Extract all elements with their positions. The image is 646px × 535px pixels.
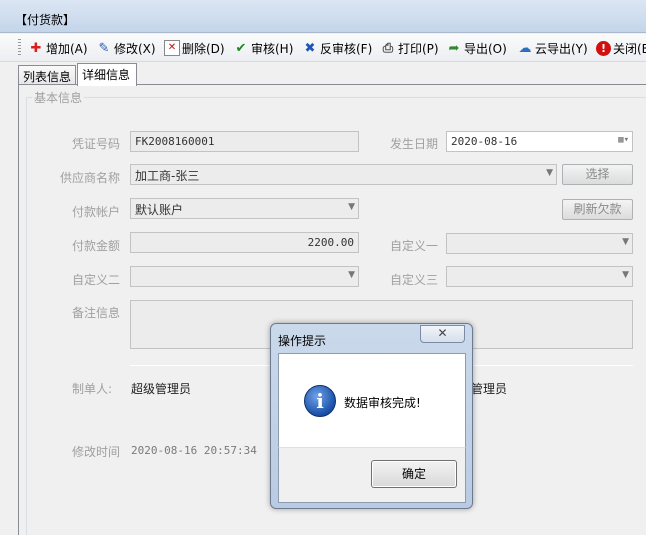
check-icon: ✔ <box>235 40 247 56</box>
dialog-close-button[interactable]: ✕ <box>420 325 465 343</box>
dialog-title: 操作提示 <box>278 334 327 348</box>
modified-value: 2020-08-16 20:57:34 <box>131 444 257 457</box>
edit-button[interactable]: ✎ 修改(X) <box>96 38 156 58</box>
unaudit-button[interactable]: ✖ 反审核(F) <box>302 38 373 58</box>
modified-label: 修改时间 <box>72 445 121 459</box>
chevron-down-icon[interactable]: ▼ <box>622 237 629 247</box>
delete-icon: ✕ <box>164 40 180 56</box>
edit-icon: ✎ <box>98 40 110 56</box>
account-label: 付款帐户 <box>71 205 120 219</box>
supplier-label: 供应商名称 <box>59 171 120 185</box>
chevron-down-icon[interactable]: ▼ <box>348 202 355 212</box>
close-icon: ✕ <box>437 326 448 340</box>
custom1-combobox[interactable]: ▼ <box>446 233 633 254</box>
cloud-icon: ☁ <box>518 40 532 56</box>
select-supplier-button[interactable]: 选择 <box>562 164 633 185</box>
message-dialog: 操作提示 ✕ i 数据审核完成! 确定 <box>270 323 473 509</box>
close-button[interactable]: ! 关闭(E <box>596 38 646 58</box>
remark-label: 备注信息 <box>71 306 120 320</box>
audit-button[interactable]: ✔ 审核(H) <box>233 38 294 58</box>
amount-field[interactable]: 2200.00 <box>130 232 359 253</box>
window-titlebar: 【付货款】 <box>0 0 646 33</box>
date-picker[interactable]: 2020-08-16 ▦▾ <box>446 131 633 152</box>
creator-value: 超级管理员 <box>131 382 192 396</box>
toolbar: ✚ 增加(A) ✎ 修改(X) ✕ 删除(D) ✔ 审核(H) ✖ 反审核(F)… <box>0 34 646 62</box>
toolbar-grip[interactable] <box>18 39 21 57</box>
print-button[interactable]: ⎙ 打印(P) <box>380 38 439 58</box>
export-button[interactable]: ➦ 导出(O) <box>446 38 507 58</box>
dialog-body: i 数据审核完成! <box>278 353 466 447</box>
refresh-debt-button[interactable]: 刷新欠款 <box>562 199 633 220</box>
info-icon: i <box>304 385 336 417</box>
close-circle-icon: ! <box>596 40 611 56</box>
custom2-combobox[interactable]: ▼ <box>130 266 359 287</box>
custom3-label: 自定义三 <box>389 273 438 287</box>
voucher-label: 凭证号码 <box>71 137 120 151</box>
chevron-down-icon[interactable]: ▼ <box>546 168 553 178</box>
add-button[interactable]: ✚ 增加(A) <box>28 38 88 58</box>
group-title: 基本信息 <box>32 89 85 106</box>
calendar-dropdown-icon[interactable]: ▦▾ <box>618 135 629 145</box>
tab-list-info[interactable]: 列表信息 <box>18 65 76 85</box>
custom1-label: 自定义一 <box>389 239 438 253</box>
auditor-value: 管理员 <box>471 382 508 396</box>
tab-detail-info[interactable]: 详细信息 <box>77 63 137 86</box>
plus-icon: ✚ <box>30 40 42 56</box>
supplier-combobox[interactable]: 加工商-张三 ▼ <box>130 164 557 185</box>
window-title: 【付货款】 <box>15 13 76 27</box>
custom2-label: 自定义二 <box>71 273 120 287</box>
unaudit-icon: ✖ <box>304 40 316 56</box>
chevron-down-icon[interactable]: ▼ <box>622 270 629 280</box>
chevron-down-icon[interactable]: ▼ <box>348 270 355 280</box>
cloud-export-button[interactable]: ☁ 云导出(Y) <box>517 38 588 58</box>
ok-button[interactable]: 确定 <box>371 460 457 488</box>
voucher-field[interactable]: FK2008160001 <box>130 131 359 152</box>
delete-button[interactable]: ✕ 删除(D) <box>164 38 225 58</box>
dialog-footer: 确定 <box>278 447 466 503</box>
account-combobox[interactable]: 默认账户 ▼ <box>130 198 359 219</box>
dialog-message: 数据审核完成! <box>344 396 421 410</box>
date-label: 发生日期 <box>389 137 438 151</box>
export-icon: ➦ <box>448 40 460 56</box>
creator-label: 制单人: <box>72 382 113 396</box>
custom3-combobox[interactable]: ▼ <box>446 266 633 287</box>
amount-label: 付款金额 <box>71 239 120 253</box>
printer-icon: ⎙ <box>382 40 394 56</box>
